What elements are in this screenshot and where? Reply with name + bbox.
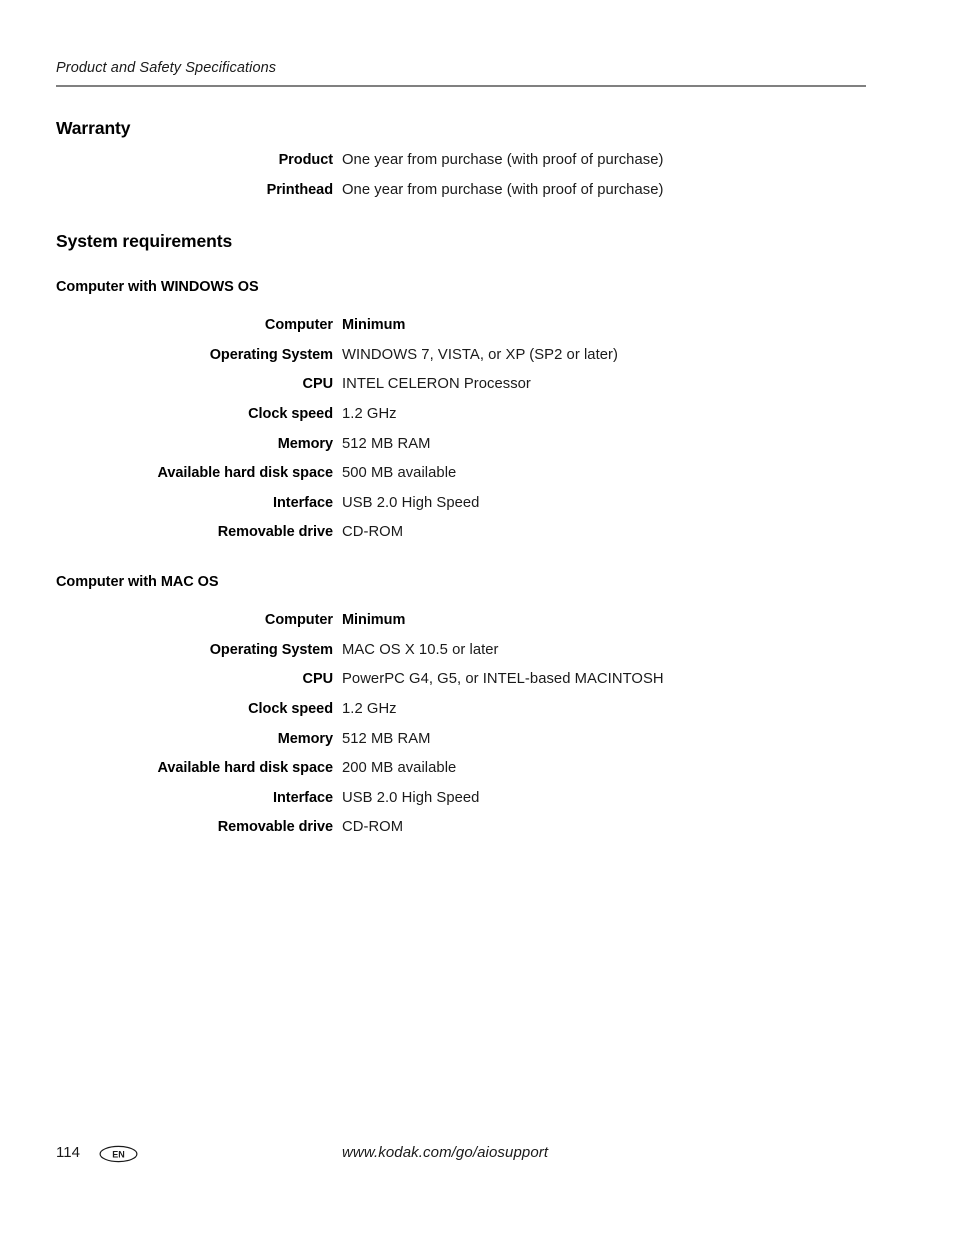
spec-row: Available hard disk space 500 MB availabl… xyxy=(0,463,954,493)
spec-row-value: Minimum xyxy=(342,317,406,333)
spec-row-value: USB 2.0 High Speed xyxy=(342,494,480,511)
spec-row-value: USB 2.0 High Speed xyxy=(342,789,480,806)
spec-row-label: CPU xyxy=(302,671,334,688)
spec-row-label: Removable drive xyxy=(217,524,333,541)
running-header-title: Product and Safety Specifications xyxy=(56,60,277,76)
spec-row-value: 1.2 GHz xyxy=(342,700,397,717)
spec-row: CPU INTEL CELERON Processor xyxy=(0,374,954,404)
spec-row-value: CD-ROM xyxy=(342,819,404,836)
spec-row-label: Computer xyxy=(264,317,333,333)
spec-row: Computer Minimum xyxy=(0,610,954,640)
spec-row-label: Memory xyxy=(277,730,333,747)
section-heading-warranty: Warranty xyxy=(56,118,131,138)
spec-row-value: Minimum xyxy=(342,612,406,628)
spec-row-label: Available hard disk space xyxy=(157,760,333,777)
spec-row: Interface USB 2.0 High Speed xyxy=(0,788,954,818)
spec-row-label: Product xyxy=(278,152,333,168)
spec-row-value: 512 MB RAM xyxy=(342,435,431,452)
page-number: 114 xyxy=(56,1144,80,1161)
spec-row-label: Interface xyxy=(273,789,333,806)
spec-row: Printhead One year from purchase (with pr… xyxy=(0,180,954,210)
spec-row: Computer Minimum xyxy=(0,315,954,345)
spec-row-value: 500 MB available xyxy=(342,465,457,482)
spec-row: Product One year from purchase (with proo… xyxy=(0,150,954,180)
spec-row-value: WINDOWS 7, VISTA, or XP (SP2 or later) xyxy=(342,346,618,363)
spec-row: Operating System MAC OS X 10.5 or later xyxy=(0,640,954,670)
spec-row: Removable drive CD-ROM xyxy=(0,817,954,847)
spec-row: CPU PowerPC G4, G5, or INTEL-based MACINT… xyxy=(0,669,954,699)
spec-row-label: Clock speed xyxy=(248,700,333,717)
spec-row: Available hard disk space 200 MB availabl… xyxy=(0,758,954,788)
footer-support-url: www.kodak.com/go/aiosupport xyxy=(342,1144,549,1161)
spec-row-label: CPU xyxy=(302,376,334,393)
spec-row-label: Printhead xyxy=(266,181,333,198)
spec-row-label: Memory xyxy=(277,435,333,452)
spec-row-label: Operating System xyxy=(209,641,333,658)
spec-row-label: Clock speed xyxy=(248,405,333,422)
spec-row: Operating System WINDOWS 7, VISTA, or XP … xyxy=(0,345,954,375)
header-divider xyxy=(56,85,866,87)
spec-row-label: Removable drive xyxy=(217,819,333,836)
spec-row: Memory 512 MB RAM xyxy=(0,434,954,464)
spec-row-value: INTEL CELERON Processor xyxy=(342,376,531,393)
page-footer: 114 EN www.kodak.com/go/aiosupport xyxy=(0,1142,954,1172)
mac-os-spec-table: Computer Minimum Operating System MAC OS X … xyxy=(0,610,954,847)
spec-row-value: 1.2 GHz xyxy=(342,405,397,422)
spec-row-value: PowerPC G4, G5, or INTEL-based MACINTOSH xyxy=(342,671,664,688)
spec-row-value: 512 MB RAM xyxy=(342,730,431,747)
spec-row: Interface USB 2.0 High Speed xyxy=(0,493,954,523)
spec-row-value: One year from purchase (with proof of pu… xyxy=(342,181,664,198)
spec-row-value: 200 MB available xyxy=(342,760,457,777)
language-badge: EN xyxy=(99,1145,138,1163)
windows-os-spec-table: Computer Minimum Operating System WINDOWS 7… xyxy=(0,315,954,552)
spec-row-label: Available hard disk space xyxy=(157,465,333,482)
spec-row-label: Computer xyxy=(264,612,333,628)
subsection-heading-mac-os: Computer with MAC OS xyxy=(56,574,219,590)
spec-row-label: Operating System xyxy=(209,346,333,363)
spec-row-value: MAC OS X 10.5 or later xyxy=(342,641,499,658)
spec-row-value: One year from purchase (with proof of pu… xyxy=(342,152,664,168)
document-page: Product and Safety Specifications Warran… xyxy=(0,0,954,1235)
spec-row: Memory 512 MB RAM xyxy=(0,729,954,759)
spec-row-label: Interface xyxy=(273,494,333,511)
language-badge-label: EN xyxy=(112,1149,125,1159)
spec-row: Clock speed 1.2 GHz xyxy=(0,404,954,434)
warranty-spec-table: Product One year from purchase (with proo… xyxy=(0,150,954,209)
section-heading-system-requirements: System requirements xyxy=(56,231,233,251)
spec-row-value: CD-ROM xyxy=(342,524,404,541)
spec-row: Removable drive CD-ROM xyxy=(0,522,954,552)
subsection-heading-windows-os: Computer with WINDOWS OS xyxy=(56,279,259,295)
spec-row: Clock speed 1.2 GHz xyxy=(0,699,954,729)
